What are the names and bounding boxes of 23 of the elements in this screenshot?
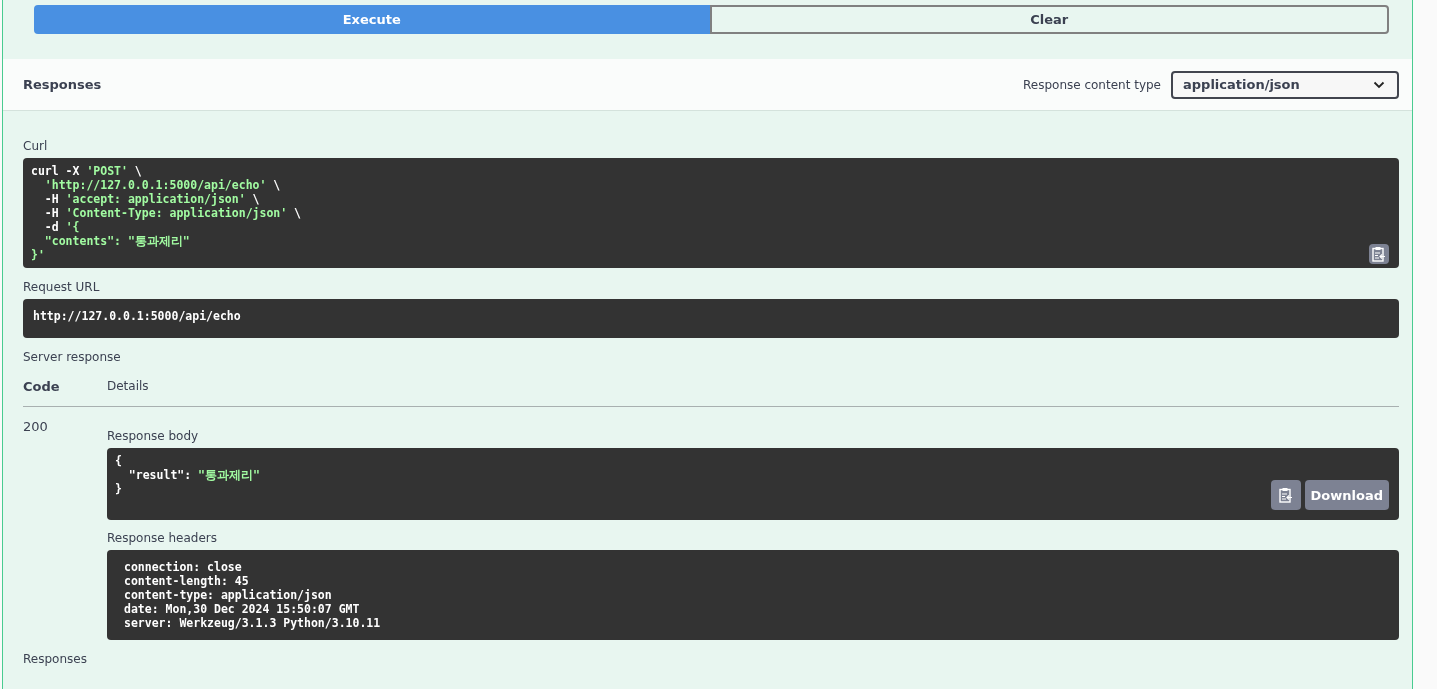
field-label: Response content type: [1023, 77, 1161, 92]
content-type-select[interactable]: application/json: [1171, 70, 1399, 99]
copy-button[interactable]: [1271, 480, 1301, 510]
response-body: { "result": "통과제리" }: [115, 454, 260, 496]
clipboard-icon: [1279, 487, 1293, 503]
status-code: 200: [23, 419, 49, 436]
curl-command: curl -X 'POST' \ 'http://127.0.0.1:5000/api/echo' \ -H 'accept: application/json' \ -H 'Content-Type: application/json' \ -d '{ "contents": "통과제리" }': [31, 164, 302, 262]
column-header: Details: [107, 379, 149, 394]
response-headers: connection: close content-length: 45 content-type: application/json date: Mon,30 Dec 2024 15:50:07 GMT server: Werkzeug/3.1.3 Python/3.10.11: [124, 560, 381, 630]
chevron-down-icon: [1373, 80, 1385, 89]
section-title: Responses: [23, 77, 102, 92]
request-url: http://127.0.0.1:5000/api/echo: [33, 309, 241, 323]
field-label: Response body: [107, 429, 200, 443]
clear-button[interactable]: Clear: [709, 5, 1389, 34]
field-label: Curl: [23, 139, 49, 153]
field-label: Server response: [23, 350, 122, 364]
field-label: Response headers: [107, 531, 218, 545]
field-label: Request URL: [23, 280, 101, 294]
clipboard-icon: [1372, 246, 1386, 262]
column-header: Code: [23, 379, 61, 394]
section-title: Responses: [23, 652, 88, 666]
copy-button[interactable]: [1369, 244, 1389, 264]
download-button[interactable]: Download: [1304, 480, 1389, 510]
